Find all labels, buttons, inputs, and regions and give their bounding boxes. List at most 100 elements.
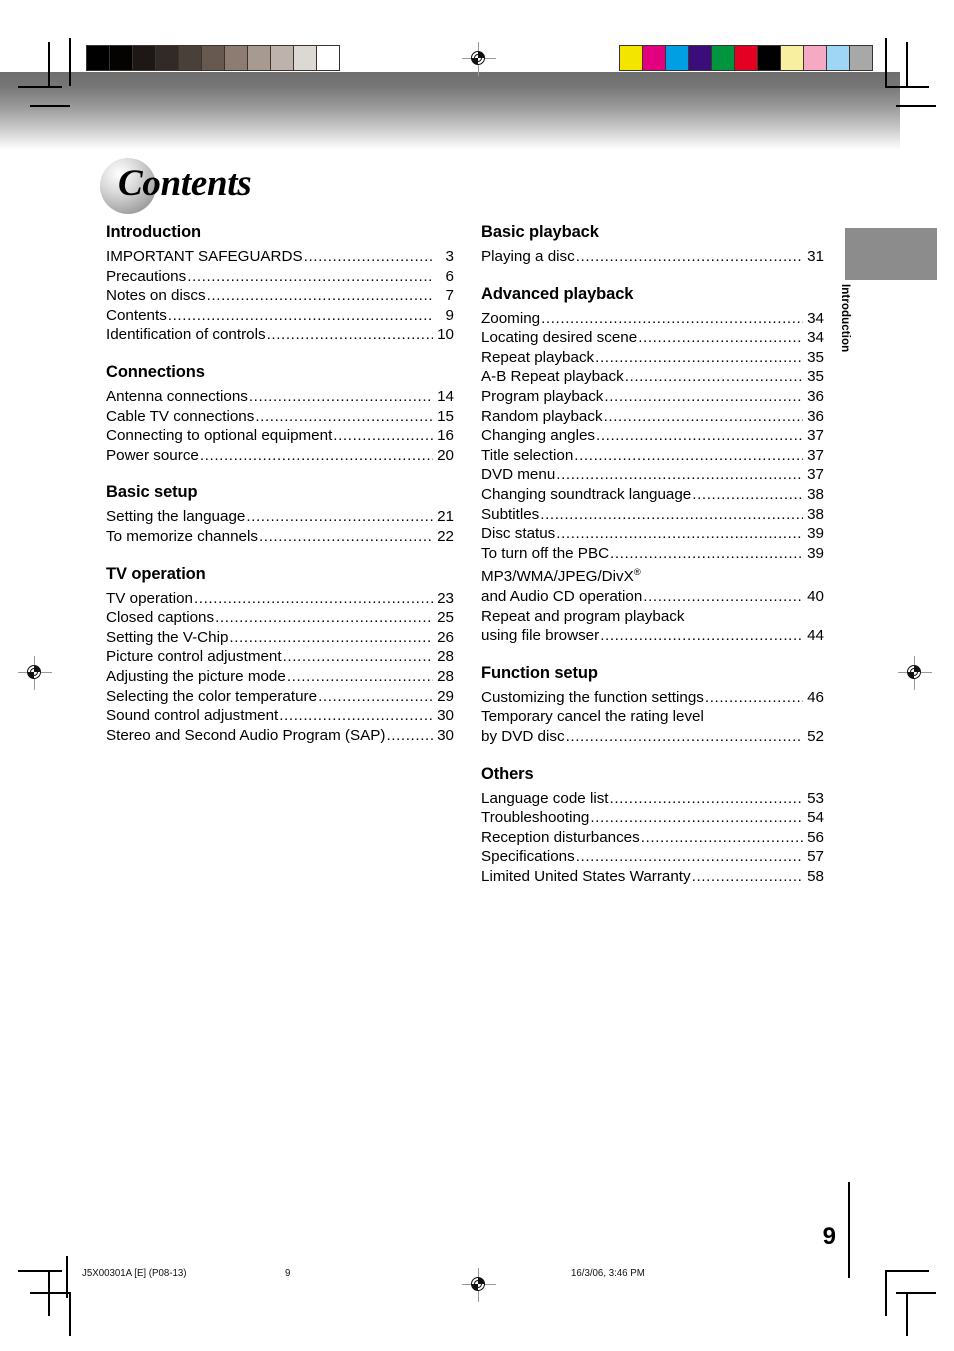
toc-entry[interactable]: Limited United States Warranty 58	[481, 867, 824, 887]
toc-entry-label: Changing angles	[481, 427, 595, 445]
toc-entry[interactable]: Power source 20	[106, 446, 454, 466]
toc-entry-page: 31	[807, 248, 824, 265]
toc-entry[interactable]: Repeat and program playback	[481, 607, 824, 627]
toc-leader-dots	[610, 544, 803, 564]
toc-entry-label: Closed captions	[106, 609, 215, 627]
toc-entry[interactable]: Changing angles 37	[481, 426, 824, 446]
toc-entry[interactable]: Customizing the function settings 46	[481, 688, 824, 708]
toc-entry-page: 46	[807, 688, 824, 706]
toc-entry-label: Antenna connections	[106, 387, 248, 405]
toc-entry[interactable]: TV operation 23	[106, 589, 454, 609]
toc-entry-label: Setting the language	[106, 508, 246, 526]
toc-entry[interactable]: Notes on discs 7	[106, 286, 454, 306]
toc-entry[interactable]: using file browser 44	[481, 626, 824, 646]
toc-column-left: Introduction IMPORTANT SAFEGUARDS 3 Precaut…	[106, 222, 454, 745]
toc-entry[interactable]: Precautions 6	[106, 267, 454, 287]
toc-entry[interactable]: and Audio CD operation 40	[481, 587, 824, 607]
toc-entry[interactable]: Temporary cancel the rating level	[481, 707, 824, 727]
toc-leader-dots	[566, 727, 803, 747]
toc-entry[interactable]: Subtitles 38	[481, 505, 824, 525]
toc-entry-label: Selecting the color temperature	[106, 687, 318, 705]
toc-section-heading: Connections	[106, 362, 205, 381]
toc-entry-label: Specifications	[481, 848, 575, 866]
toc-entry-page: 35	[807, 368, 824, 386]
toc-leader-dots	[541, 309, 803, 329]
toc-entry-page: 38	[807, 485, 824, 503]
toc-entry[interactable]: Connecting to optional equipment 16	[106, 426, 454, 446]
toc-entry[interactable]: MP3/WMA/JPEG/DivX®	[481, 563, 824, 587]
toc-entry[interactable]: Locating desired scene 34	[481, 328, 824, 348]
toc-entry-label: Changing soundtrack language	[481, 485, 692, 503]
toc-entry-page: 3	[445, 248, 454, 265]
toc-entry[interactable]: Adjusting the picture mode 28	[106, 667, 454, 687]
toc-entry-page: 54	[807, 809, 824, 827]
toc-entry[interactable]: Specifications 57	[481, 847, 824, 867]
toc-entry[interactable]: Changing soundtrack language 38	[481, 485, 824, 505]
toc-entry[interactable]: Zooming 34	[481, 309, 824, 329]
toc-entry[interactable]: Setting the V-Chip 26	[106, 628, 454, 648]
toc-leader-dots	[576, 847, 803, 867]
toc-entry[interactable]: Antenna connections 14	[106, 387, 454, 407]
toc-leader-dots	[643, 587, 803, 607]
toc-entry-label: Title selection	[481, 446, 574, 464]
toc-entry-label: TV operation	[106, 589, 193, 607]
side-tab-marker	[845, 228, 937, 280]
toc-entry-label: Repeat and program playback	[481, 607, 685, 625]
toc-entry[interactable]: Repeat playback 35	[481, 348, 824, 368]
toc-entry[interactable]: IMPORTANT SAFEGUARDS 3	[106, 247, 454, 267]
toc-leader-dots	[556, 465, 803, 485]
toc-leader-dots	[318, 687, 433, 707]
toc-entry[interactable]: Identification of controls 10	[106, 325, 454, 345]
toc-entry[interactable]: DVD menu 37	[481, 465, 824, 485]
toc-entry[interactable]: Setting the language 21	[106, 507, 454, 527]
toc-entry-page: 39	[807, 525, 824, 543]
toc-entry-page: 38	[807, 505, 824, 523]
toc-entry-page: 21	[437, 508, 454, 526]
toc-entry[interactable]: Contents 9	[106, 306, 454, 326]
toc-entry[interactable]: Sound control adjustment 30	[106, 706, 454, 726]
toc-leader-dots	[692, 485, 803, 505]
toc-entry[interactable]: Program playback 36	[481, 387, 824, 407]
toc-entry[interactable]: Disc status 39	[481, 524, 824, 544]
toc-entry[interactable]: Troubleshooting 54	[481, 808, 824, 828]
toc-section: Connections Antenna connections 14 Cable TV…	[106, 362, 454, 465]
toc-entry[interactable]: To memorize channels 22	[106, 527, 454, 547]
toc-entry-page: 34	[807, 329, 824, 347]
toc-entry[interactable]: Picture control adjustment 28	[106, 647, 454, 667]
toc-leader-dots	[207, 286, 433, 306]
toc-leader-dots	[610, 789, 803, 809]
toc-entry-label: Power source	[106, 446, 199, 464]
toc-entry[interactable]: by DVD disc 52	[481, 727, 824, 747]
toc-entry[interactable]: Title selection 37	[481, 446, 824, 466]
toc-entry-page: 40	[807, 587, 824, 605]
toc-entry[interactable]: Playing a disc 31	[481, 247, 824, 267]
toc-entry[interactable]: Language code list 53	[481, 789, 824, 809]
toc-entry-page: 36	[807, 407, 824, 425]
toc-entry-page: 52	[807, 727, 824, 745]
toc-section-heading: Basic setup	[106, 483, 198, 502]
toc-entry-label: Notes on discs	[106, 287, 206, 305]
toc-entry-page: 26	[437, 628, 454, 646]
toc-leader-dots	[229, 628, 433, 648]
toc-entry-label: Picture control adjustment	[106, 648, 282, 666]
toc-leader-dots	[194, 589, 433, 609]
toc-entry[interactable]: To turn off the PBC 39	[481, 544, 824, 564]
toc-entry-page: 7	[445, 287, 454, 305]
toc-leader-dots	[604, 387, 803, 407]
toc-entry[interactable]: Stereo and Second Audio Program (SAP) 30	[106, 726, 454, 746]
toc-entry[interactable]: Random playback 36	[481, 407, 824, 427]
toc-entry[interactable]: A-B Repeat playback 35	[481, 367, 824, 387]
toc-entry[interactable]: Selecting the color temperature 29	[106, 687, 454, 707]
toc-entry[interactable]: Cable TV connections 15	[106, 407, 454, 427]
toc-leader-dots	[279, 706, 433, 726]
toc-entry-label: MP3/WMA/JPEG/DivX®	[481, 567, 641, 586]
toc-entry[interactable]: Closed captions 25	[106, 608, 454, 628]
toc-entry-page: 23	[437, 589, 454, 607]
toc-entry-page: 22	[437, 527, 454, 545]
toc-entry[interactable]: Reception disturbances 56	[481, 828, 824, 848]
toc-entry-label: A-B Repeat playback	[481, 368, 624, 386]
toc-entry-page: 37	[807, 466, 824, 484]
toc-leader-dots	[574, 446, 803, 466]
toc-section: Basic setup Setting the language 21To memo…	[106, 482, 454, 546]
toc-entry-label: Identification of controls	[106, 326, 266, 344]
